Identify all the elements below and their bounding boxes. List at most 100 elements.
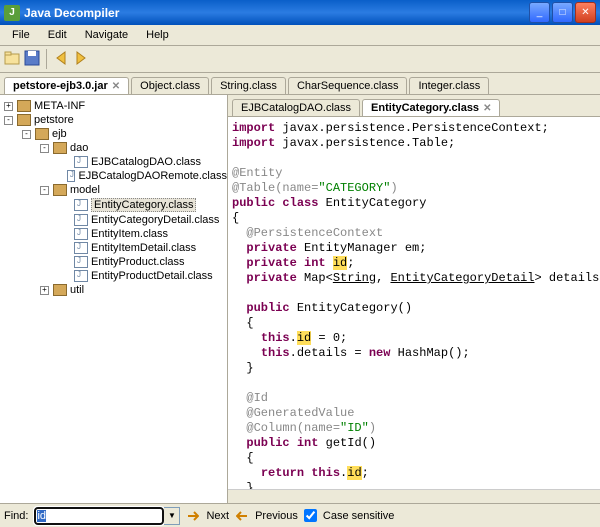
close-icon[interactable]: ✕ bbox=[483, 103, 491, 114]
tree-node-label: EntityCategory.class bbox=[91, 198, 196, 212]
menu-edit[interactable]: Edit bbox=[40, 27, 75, 43]
forward-icon[interactable] bbox=[73, 50, 89, 69]
source-viewer[interactable]: import javax.persistence.PersistenceCont… bbox=[228, 117, 600, 489]
menu-bar: File Edit Navigate Help bbox=[0, 25, 600, 46]
package-icon bbox=[35, 128, 49, 140]
code-line: @Entity bbox=[232, 166, 596, 181]
tree-node[interactable]: EntityProductDetail.class bbox=[0, 269, 227, 283]
case-sensitive-label: Case sensitive bbox=[323, 510, 395, 522]
maximize-button[interactable]: □ bbox=[552, 2, 573, 23]
code-line: { bbox=[232, 316, 596, 331]
code-line: private EntityManager em; bbox=[232, 241, 596, 256]
package-icon bbox=[53, 184, 67, 196]
menu-help[interactable]: Help bbox=[138, 27, 177, 43]
find-label: Find: bbox=[4, 510, 28, 522]
code-line: } bbox=[232, 361, 596, 376]
tree-node-label: EJBCatalogDAO.class bbox=[91, 156, 201, 168]
tab-label: petstore-ejb3.0.jar bbox=[13, 80, 108, 92]
find-previous-label[interactable]: Previous bbox=[255, 510, 298, 522]
expand-icon[interactable]: + bbox=[40, 286, 49, 295]
minimize-button[interactable]: _ bbox=[529, 2, 550, 23]
menu-navigate[interactable]: Navigate bbox=[77, 27, 136, 43]
collapse-icon[interactable]: - bbox=[40, 186, 49, 195]
code-line: private Map<String, EntityCategoryDetail… bbox=[232, 271, 596, 286]
code-line: { bbox=[232, 451, 596, 466]
tree-node-label: petstore bbox=[34, 114, 74, 126]
tree-node[interactable]: - petstore bbox=[0, 113, 227, 127]
code-line bbox=[232, 151, 596, 166]
tree-node[interactable]: + util bbox=[0, 283, 227, 297]
tree-node-label: EJBCatalogDAORemote.class bbox=[78, 170, 227, 182]
tree-node[interactable]: EntityItemDetail.class bbox=[0, 241, 227, 255]
collapse-icon[interactable]: - bbox=[40, 144, 49, 153]
code-line: this.details = new HashMap(); bbox=[232, 346, 596, 361]
tree-node[interactable]: - model bbox=[0, 183, 227, 197]
close-icon[interactable]: ✕ bbox=[112, 81, 120, 92]
window-titlebar: Java Decompiler _ □ ✕ bbox=[0, 0, 600, 25]
tree-node-label: model bbox=[70, 184, 100, 196]
editor-tab-bar: EJBCatalogDAO.class EntityCategory.class✕ bbox=[228, 95, 600, 117]
collapse-icon[interactable]: - bbox=[4, 116, 13, 125]
tree-node[interactable]: EntityProduct.class bbox=[0, 255, 227, 269]
toolbar-separator bbox=[46, 49, 47, 69]
tree-node[interactable]: -dao bbox=[0, 141, 227, 155]
tree-node-label: EntityProduct.class bbox=[91, 256, 185, 268]
main-tab[interactable]: Integer.class bbox=[409, 77, 489, 94]
tree-node-label: META-INF bbox=[34, 100, 85, 112]
class-file-icon bbox=[74, 214, 88, 226]
tree-node[interactable]: EntityCategory.class bbox=[0, 197, 227, 213]
expand-icon[interactable]: + bbox=[4, 102, 13, 111]
tab-label: String.class bbox=[220, 80, 277, 92]
back-icon[interactable] bbox=[53, 50, 69, 69]
find-input[interactable] bbox=[34, 507, 164, 525]
main-tab[interactable]: petstore-ejb3.0.jar ✕ bbox=[4, 77, 129, 94]
tab-label: Integer.class bbox=[418, 80, 480, 92]
class-file-icon bbox=[74, 270, 88, 282]
package-tree[interactable]: +META-INF-petstore-ejb-daoEJBCatalogDAO.… bbox=[0, 95, 228, 503]
find-next-label[interactable]: Next bbox=[206, 510, 229, 522]
code-line bbox=[232, 376, 596, 391]
tree-node[interactable]: - ejb bbox=[0, 127, 227, 141]
tree-node[interactable]: EJBCatalogDAO.class bbox=[0, 155, 227, 169]
code-line: this.id = 0; bbox=[232, 331, 596, 346]
class-file-icon bbox=[74, 228, 88, 240]
code-line: public class EntityCategory bbox=[232, 196, 596, 211]
app-icon bbox=[4, 5, 20, 21]
tab-label: EJBCatalogDAO.class bbox=[241, 102, 351, 114]
menu-file[interactable]: File bbox=[4, 27, 38, 43]
tree-node-label: EntityItem.class bbox=[91, 228, 168, 240]
class-file-icon bbox=[74, 199, 88, 211]
code-line: @Table(name="CATEGORY") bbox=[232, 181, 596, 196]
collapse-icon[interactable]: - bbox=[22, 130, 31, 139]
class-file-icon bbox=[74, 242, 88, 254]
tab-label: Object.class bbox=[140, 80, 200, 92]
tab-label: CharSequence.class bbox=[297, 80, 399, 92]
save-icon[interactable] bbox=[24, 50, 40, 69]
code-line: private int id; bbox=[232, 256, 596, 271]
tree-node-label: ejb bbox=[52, 128, 67, 140]
class-file-icon bbox=[67, 170, 76, 182]
open-icon[interactable] bbox=[4, 50, 20, 69]
find-bar: Find: ▼ Next Previous Case sensitive bbox=[0, 503, 600, 527]
main-tab[interactable]: String.class bbox=[211, 77, 286, 94]
tree-node-label: util bbox=[70, 284, 84, 296]
tree-node[interactable]: + META-INF bbox=[0, 99, 227, 113]
main-tab[interactable]: Object.class bbox=[131, 77, 209, 94]
workspace: +META-INF-petstore-ejb-daoEJBCatalogDAO.… bbox=[0, 95, 600, 503]
close-button[interactable]: ✕ bbox=[575, 2, 596, 23]
editor-tab[interactable]: EntityCategory.class✕ bbox=[362, 99, 500, 116]
package-icon bbox=[53, 284, 67, 296]
code-line: public EntityCategory() bbox=[232, 301, 596, 316]
tree-node[interactable]: EntityCategoryDetail.class bbox=[0, 213, 227, 227]
find-dropdown-icon[interactable]: ▼ bbox=[164, 507, 180, 525]
editor-tab[interactable]: EJBCatalogDAO.class bbox=[232, 99, 360, 116]
package-icon bbox=[17, 114, 31, 126]
main-tab[interactable]: CharSequence.class bbox=[288, 77, 408, 94]
code-line: } bbox=[232, 481, 596, 489]
code-line: import javax.persistence.Table; bbox=[232, 136, 596, 151]
tree-node[interactable]: EntityItem.class bbox=[0, 227, 227, 241]
tree-node[interactable]: EJBCatalogDAORemote.class bbox=[0, 169, 227, 183]
horizontal-scrollbar[interactable] bbox=[228, 489, 600, 503]
code-line bbox=[232, 286, 596, 301]
toolbar bbox=[0, 46, 600, 73]
